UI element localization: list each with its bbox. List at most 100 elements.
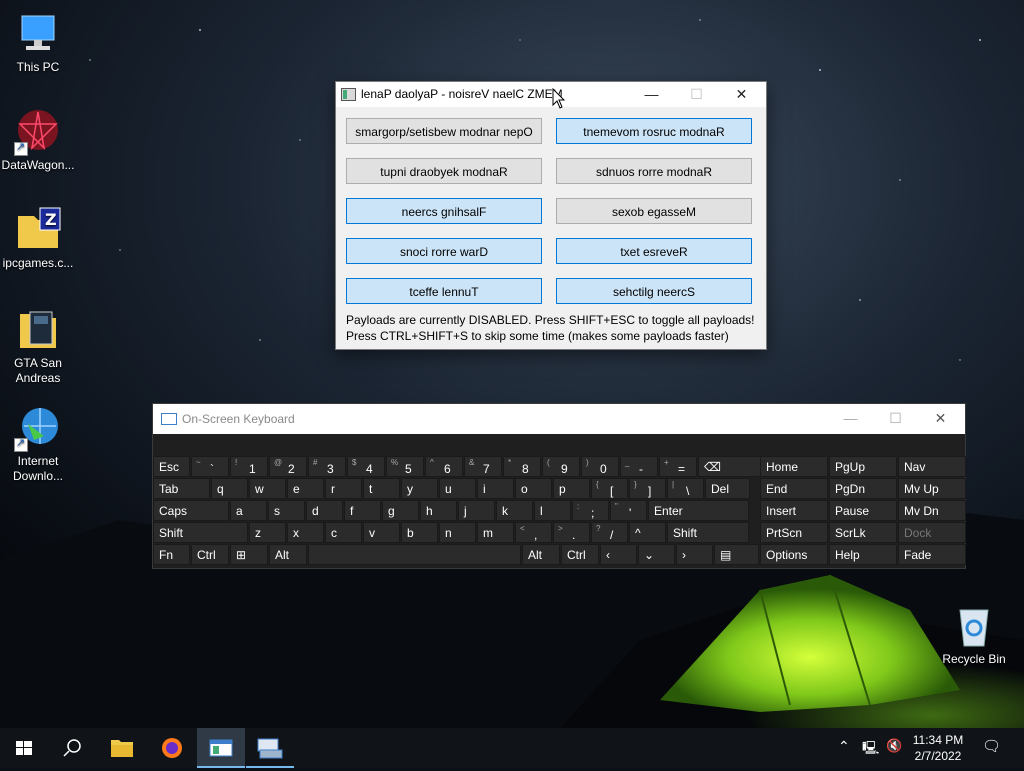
key[interactable]: + = <box>659 456 697 477</box>
key[interactable]: Alt <box>269 544 307 565</box>
nav-key[interactable]: Options <box>760 544 828 565</box>
key[interactable]: j <box>458 500 495 521</box>
window-titlebar[interactable]: On-Screen Keyboard — ☐ ✕ <box>153 404 965 434</box>
payload-button[interactable]: tupni draobyek modnaR <box>346 158 542 184</box>
key[interactable]: (9 <box>542 456 580 477</box>
key[interactable]: n <box>439 522 476 543</box>
payload-button[interactable]: txet esreveR <box>556 238 752 264</box>
nav-key[interactable]: ScrLk <box>829 522 897 543</box>
key[interactable]: e <box>287 478 324 499</box>
desktop-icon-recycle-bin[interactable]: Recycle Bin <box>936 602 1012 667</box>
key[interactable]: p <box>553 478 590 499</box>
key[interactable]: Enter <box>648 500 749 521</box>
key[interactable]: Shift <box>667 522 749 543</box>
key[interactable]: #3 <box>308 456 346 477</box>
desktop-icon-datawagon[interactable]: DataWagon... <box>0 108 76 173</box>
payload-button[interactable]: snoci rorre warD <box>346 238 542 264</box>
network-icon[interactable]: 🖳 <box>862 739 879 761</box>
chevron-up-icon[interactable]: ⌃ <box>838 738 850 755</box>
desktop-icon-internet-download-manager[interactable]: Internet Downlo... <box>0 404 76 484</box>
payload-button[interactable]: smargorp/setisbew modnar nepO <box>346 118 542 144</box>
key[interactable]: ) 0 <box>581 456 619 477</box>
key[interactable]: ! 1 <box>230 456 268 477</box>
key[interactable]: c <box>325 522 362 543</box>
clock[interactable]: 11:34 PM 2/7/2022 <box>902 732 974 764</box>
key[interactable]: :; <box>572 500 609 521</box>
key[interactable]: Tab <box>153 478 210 499</box>
close-button[interactable]: ✕ <box>719 82 764 107</box>
search-button[interactable] <box>48 728 96 768</box>
window-titlebar[interactable]: lenaP daolyaP - noisreV naelC ZMEM — ☐ ✕ <box>336 82 766 107</box>
key[interactable]: Fn <box>153 544 190 565</box>
key[interactable]: d <box>306 500 343 521</box>
notifications-icon[interactable]: 🗨 <box>982 737 1001 755</box>
payload-button[interactable]: tceffe lennuT <box>346 278 542 304</box>
key[interactable]: i <box>477 478 514 499</box>
payload-button[interactable]: sexob egasseM <box>556 198 752 224</box>
key[interactable]: % 5 <box>386 456 424 477</box>
key[interactable]: o <box>515 478 552 499</box>
key[interactable]: Esc <box>153 456 190 477</box>
key[interactable]: v <box>363 522 400 543</box>
taskbar-on-screen-keyboard[interactable] <box>246 728 294 768</box>
key[interactable]: | \ <box>667 478 704 499</box>
desktop-icon-ipcgames[interactable]: Z ipcgames.c... <box>0 206 76 271</box>
desktop-icon-gta-san-andreas[interactable]: GTA San Andreas <box>0 306 76 386</box>
nav-key[interactable]: Pause <box>829 500 897 521</box>
nav-key[interactable]: Nav <box>898 456 966 477</box>
nav-key[interactable]: PrtScn <box>760 522 828 543</box>
key[interactable]: h <box>420 500 457 521</box>
nav-key[interactable]: Help <box>829 544 897 565</box>
key[interactable]: f <box>344 500 381 521</box>
key[interactable]: a <box>230 500 267 521</box>
taskbar-memz-window[interactable] <box>197 728 245 768</box>
payload-button[interactable]: sdnuos rorre modnaR <box>556 158 752 184</box>
nav-key[interactable]: Dock <box>898 522 966 543</box>
key[interactable]: Ctrl <box>191 544 229 565</box>
on-screen-keyboard-window[interactable]: On-Screen Keyboard — ☐ ✕ Esc ~ `! 1 @2 #3 $4% 5… <box>152 403 966 569</box>
key[interactable]: y <box>401 478 438 499</box>
key[interactable]: ‹ <box>600 544 637 565</box>
payload-button[interactable]: neercs gnihsalF <box>346 198 542 224</box>
key[interactable]: >. <box>553 522 590 543</box>
key[interactable]: $4 <box>347 456 385 477</box>
key[interactable]: w <box>249 478 286 499</box>
nav-key[interactable]: Home <box>760 456 828 477</box>
key[interactable]: u <box>439 478 476 499</box>
key[interactable]: r <box>325 478 362 499</box>
key[interactable]: ~ ` <box>191 456 229 477</box>
nav-key[interactable]: Mv Up <box>898 478 966 499</box>
key[interactable]: }] <box>629 478 666 499</box>
key[interactable]: ⊞ <box>230 544 268 565</box>
key[interactable]: Shift <box>153 522 248 543</box>
key[interactable]: k <box>496 500 533 521</box>
key[interactable]: ^ <box>629 522 666 543</box>
nav-key[interactable]: Mv Dn <box>898 500 966 521</box>
key[interactable]: & 7 <box>464 456 502 477</box>
taskbar-file-explorer[interactable] <box>98 728 146 768</box>
desktop-icon-this-pc[interactable]: This PC <box>0 10 76 75</box>
key[interactable]: t <box>363 478 400 499</box>
key[interactable]: Caps <box>153 500 229 521</box>
key[interactable]: g <box>382 500 419 521</box>
key[interactable]: {[ <box>591 478 628 499</box>
key[interactable]: s <box>268 500 305 521</box>
taskbar-firefox[interactable] <box>148 728 196 768</box>
key[interactable]: ⌄ <box>638 544 675 565</box>
minimize-button[interactable]: — <box>629 82 674 107</box>
key[interactable]: " ' <box>610 500 647 521</box>
key[interactable]: q <box>211 478 248 499</box>
key[interactable]: Del <box>705 478 750 499</box>
nav-key[interactable]: End <box>760 478 828 499</box>
key[interactable]: Alt <box>522 544 560 565</box>
nav-key[interactable]: Fade <box>898 544 966 565</box>
nav-key[interactable]: Insert <box>760 500 828 521</box>
key[interactable]: b <box>401 522 438 543</box>
key[interactable]: * 8 <box>503 456 541 477</box>
key[interactable]: @2 <box>269 456 307 477</box>
key[interactable]: ▤ <box>714 544 759 565</box>
maximize-button[interactable]: ☐ <box>873 404 918 434</box>
start-button[interactable] <box>0 728 48 768</box>
volume-muted-icon[interactable]: 🔇 <box>886 738 902 754</box>
key[interactable]: l <box>534 500 571 521</box>
